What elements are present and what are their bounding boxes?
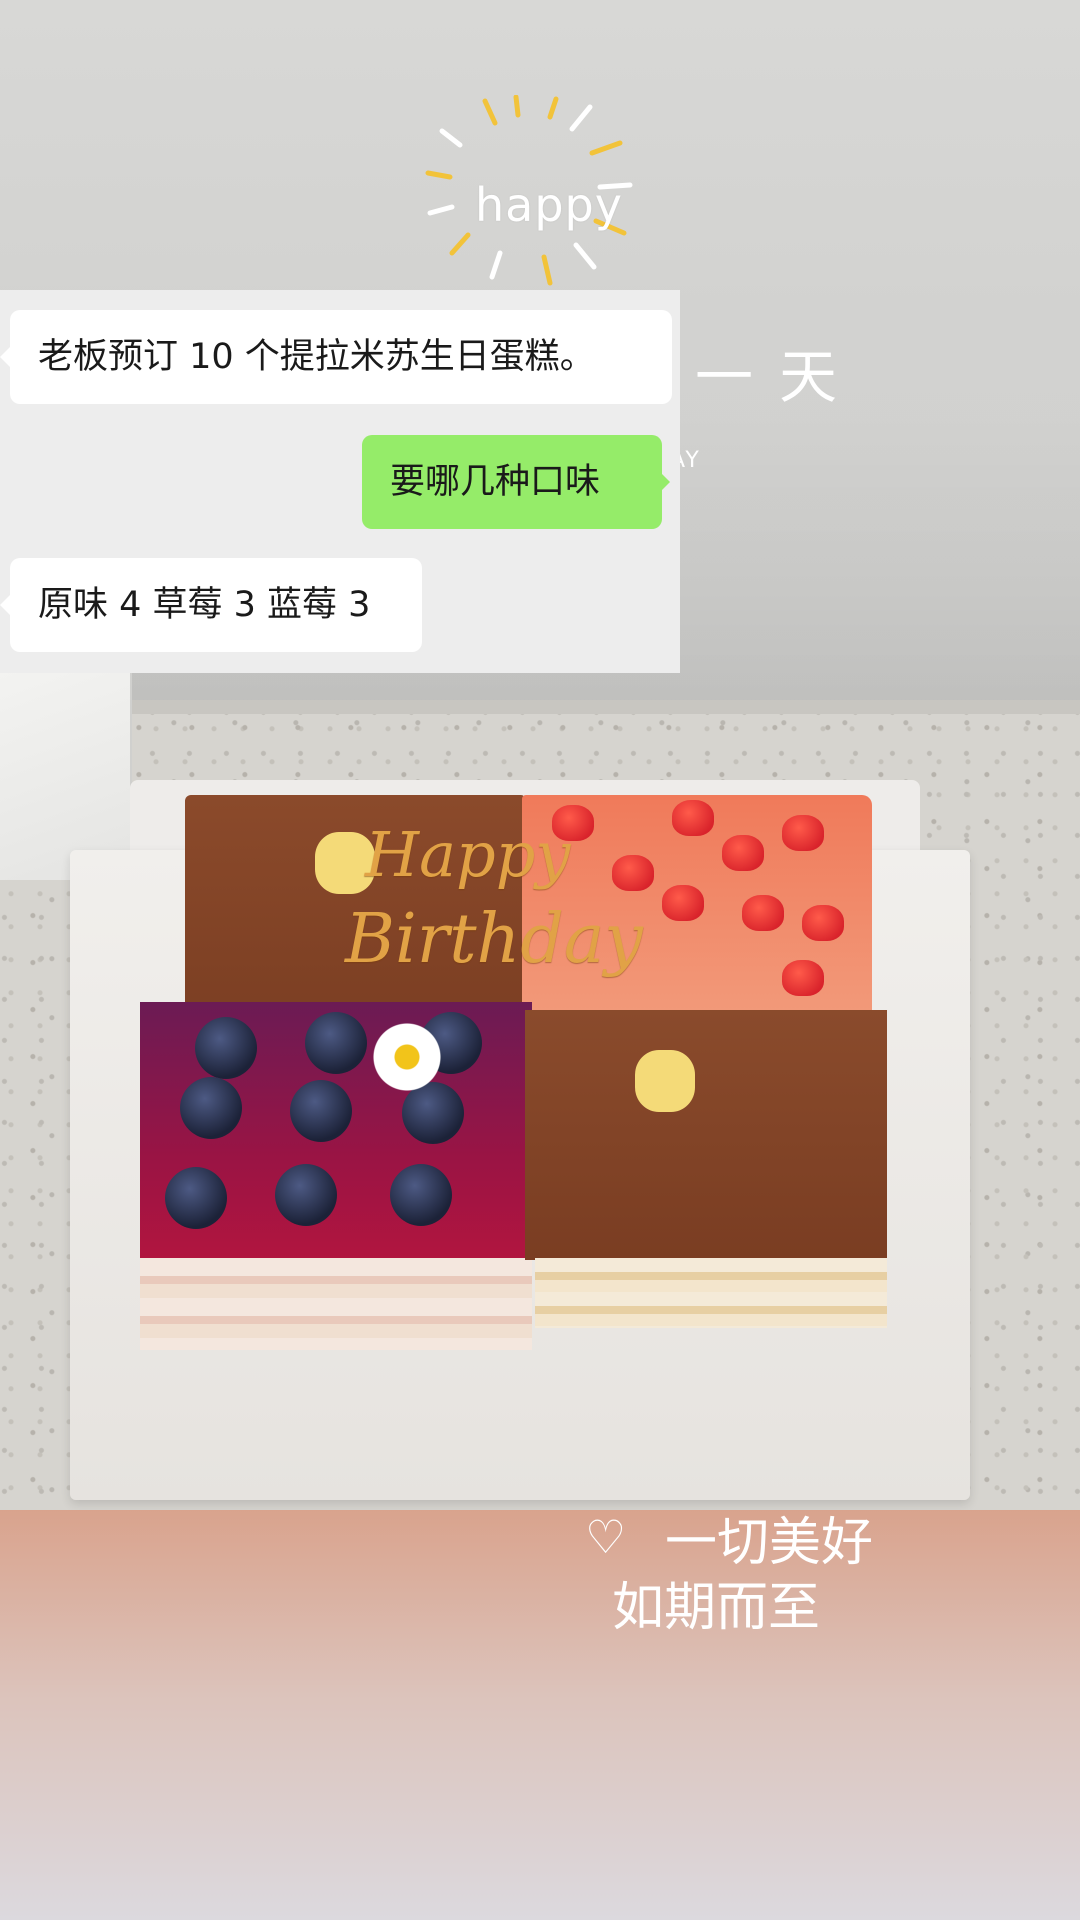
- cake-original-bottom-right: [525, 1010, 887, 1260]
- strawberry-icon: [802, 905, 844, 941]
- cake-original-layers: [535, 1258, 887, 1328]
- cake-topper-happy: Happy: [365, 818, 571, 891]
- strawberry-icon: [782, 815, 824, 851]
- chat-message-incoming: 原味 4 草莓 3 蓝莓 3: [10, 558, 422, 652]
- blueberry-icon: [390, 1164, 452, 1226]
- photo-paper-bag: [0, 672, 132, 880]
- bubble-tail: [0, 595, 10, 615]
- bubble-tail: [660, 472, 670, 492]
- chat-message-incoming: 老板预订 10 个提拉米苏生日蛋糕。: [10, 310, 672, 404]
- strawberry-icon: [672, 800, 714, 836]
- deco-day-text: 一天: [695, 343, 864, 411]
- happy-sticker-text: happy: [475, 178, 623, 232]
- cake-blueberry: [140, 1002, 532, 1262]
- chat-message-outgoing: 要哪几种口味: [362, 435, 662, 529]
- blueberry-icon: [195, 1017, 257, 1079]
- strawberry-icon: [612, 855, 654, 891]
- bottom-caption-line2: 如期而至: [612, 1578, 821, 1638]
- chat-screenshot-card: 老板预订 10 个提拉米苏生日蛋糕。 要哪几种口味 原味 4 草莓 3 蓝莓 3: [0, 290, 680, 673]
- cake-topper-birthday: Birthday: [345, 900, 643, 979]
- daisy-icon: [372, 1022, 442, 1092]
- bear-decoration-icon: [635, 1050, 695, 1112]
- strawberry-icon: [662, 885, 704, 921]
- photo-bottom-gradient: [0, 1510, 1080, 1920]
- strawberry-icon: [742, 895, 784, 931]
- strawberry-icon: [722, 835, 764, 871]
- blueberry-icon: [180, 1077, 242, 1139]
- blueberry-icon: [305, 1012, 367, 1074]
- blueberry-icon: [165, 1167, 227, 1229]
- blueberry-icon: [275, 1164, 337, 1226]
- blueberry-icon: [290, 1080, 352, 1142]
- strawberry-icon: [782, 960, 824, 996]
- photo-counter-edge: [95, 700, 1080, 714]
- bottom-caption-line1: 一切美好: [665, 1513, 874, 1573]
- bubble-tail: [0, 347, 10, 367]
- heart-doodle-icon: ♡: [585, 1510, 627, 1564]
- cake-blueberry-layers: [140, 1258, 532, 1350]
